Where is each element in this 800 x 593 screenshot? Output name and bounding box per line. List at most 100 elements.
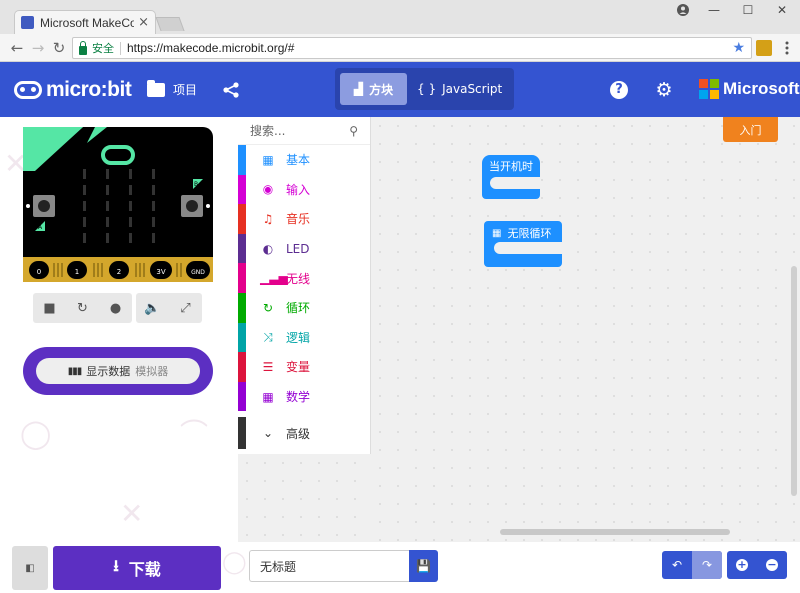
url-text: https://makecode.microbit.org/# — [127, 41, 295, 55]
category-label: 循环 — [286, 301, 311, 316]
zoom-out-icon[interactable]: − — [757, 551, 787, 579]
close-window-button[interactable]: ✕ — [765, 0, 799, 20]
forever-block[interactable]: ▦ 无限循环 — [484, 221, 562, 267]
bookmark-star-icon[interactable]: ★ — [732, 40, 745, 56]
pin-label: 1 — [75, 268, 79, 276]
workspace-area — [238, 454, 371, 542]
collapse-simulator-button[interactable]: ◧ — [12, 546, 48, 590]
toolbox-category-logic[interactable]: ⤨ 逻辑 — [238, 322, 370, 353]
toolbox-category-basic[interactable]: ▦ 基本 — [238, 145, 370, 175]
search-icon: ⚲ — [349, 123, 358, 138]
minimize-button[interactable]: — — [697, 0, 731, 20]
undo-icon[interactable]: ↶ — [662, 551, 692, 579]
profile-icon[interactable] — [666, 0, 700, 20]
category-label: 高级 — [286, 426, 311, 441]
slow-mo-icon[interactable]: ● — [99, 293, 132, 323]
blocks-workspace[interactable] — [371, 117, 800, 542]
zoom-in-icon[interactable]: + — [727, 551, 757, 579]
bar-chart-icon: ▮▮▮ — [67, 365, 82, 377]
category-label: 无线 — [286, 271, 311, 286]
download-button[interactable]: ⭳ 下载 — [53, 546, 221, 590]
getting-started-button[interactable]: 入门 — [723, 117, 778, 142]
save-button[interactable]: 💾 — [409, 550, 438, 582]
decorative-background-icon: ⌒ — [180, 417, 209, 450]
new-tab-button[interactable] — [155, 17, 185, 31]
restart-icon[interactable]: ↻ — [66, 293, 99, 323]
headphones-icon: ♫ — [262, 211, 274, 226]
app-header: micro:bit 项目 ▟ 方块 { } JavaScript ? ⚙ Mic… — [0, 62, 800, 117]
target-icon: ◉ — [262, 182, 274, 197]
toolbox-category-math[interactable]: ▦ 数学 — [238, 381, 370, 412]
blocks-mode-tab[interactable]: ▟ 方块 — [340, 73, 407, 105]
on-start-block[interactable]: 当开机时 — [482, 155, 540, 199]
microbit-board[interactable]: 0 1 2 3V GND A B — [23, 127, 213, 282]
browser-tab[interactable]: Microsoft MakeCode fo × — [14, 10, 156, 34]
toolbox-category-led[interactable]: ◐ LED — [238, 233, 370, 264]
logo-text: micro:bit — [46, 78, 132, 101]
undo-redo-group: ↶ ↷ — [662, 551, 722, 579]
menu-dots-icon[interactable] — [779, 40, 795, 56]
reload-icon[interactable]: ↻ — [50, 39, 68, 57]
block-slot — [494, 242, 562, 254]
vertical-scrollbar[interactable] — [791, 266, 797, 496]
javascript-mode-tab[interactable]: { } JavaScript — [417, 73, 502, 105]
browser-tabbar: Microsoft MakeCode fo × — ☐ ✕ — [0, 0, 800, 34]
pin-label: GND — [191, 269, 205, 276]
toolbox-category-music[interactable]: ♫ 音乐 — [238, 204, 370, 234]
microsoft-logo-icon[interactable] — [699, 79, 719, 99]
collapse-icon: ◧ — [25, 562, 35, 574]
category-label: 输入 — [286, 182, 311, 197]
toolbox-search[interactable]: 搜索... ⚲ — [238, 117, 370, 145]
calculator-icon: ▦ — [262, 389, 274, 404]
project-name-input[interactable] — [249, 550, 409, 582]
stop-icon[interactable]: ■ — [33, 293, 66, 323]
category-label: LED — [286, 241, 310, 256]
pin-label: 2 — [117, 268, 121, 276]
javascript-mode-label: JavaScript — [442, 82, 503, 96]
lock-icon — [79, 40, 87, 55]
chevron-down-icon: ⌄ — [262, 426, 274, 441]
toolbox-category-variables[interactable]: ☰ 变量 — [238, 352, 370, 382]
show-data-button[interactable]: ▮▮▮ 显示数据 模拟器 — [36, 358, 200, 384]
save-disk-icon: 💾 — [416, 559, 431, 573]
shuffle-icon: ⤨ — [263, 329, 273, 344]
extension-icon[interactable] — [756, 40, 772, 56]
mute-icon[interactable]: 🔈 — [136, 293, 169, 323]
help-icon[interactable]: ? — [610, 81, 628, 99]
sim-control-group: 🔈 ⤢ — [136, 293, 202, 323]
toolbox-category-radio[interactable]: ▁▃▅ 无线 — [238, 263, 370, 293]
pin-label: 0 — [37, 268, 41, 276]
block-slot — [490, 177, 540, 189]
maximize-button[interactable]: ☐ — [731, 0, 765, 20]
toolbox-category-advanced[interactable]: ⌄ 高级 — [238, 417, 370, 450]
search-placeholder: 搜索... — [250, 124, 286, 138]
show-data-container: ▮▮▮ 显示数据 模拟器 — [23, 347, 213, 395]
gear-icon[interactable]: ⚙ — [655, 81, 673, 100]
forward-arrow-icon[interactable]: → — [29, 39, 47, 57]
fullscreen-icon[interactable]: ⤢ — [169, 293, 202, 323]
forever-header: ▦ 无限循环 — [492, 225, 551, 241]
projects-button[interactable]: 项目 — [147, 79, 197, 98]
tab-close-icon[interactable]: × — [138, 15, 149, 30]
decorative-background-icon: ◯ — [222, 550, 247, 575]
microbit-logo[interactable]: micro:bit — [14, 78, 132, 102]
secure-label: 安全 — [92, 42, 114, 55]
grid-icon: ▦ — [262, 152, 274, 167]
blocks-mode-label: 方块 — [369, 82, 394, 97]
share-icon[interactable] — [222, 82, 240, 98]
back-arrow-icon[interactable]: ← — [8, 39, 26, 57]
microsoft-brand[interactable]: Microsoft — [723, 79, 800, 99]
category-label: 逻辑 — [286, 330, 311, 345]
simulator-pane: ✕ ⌒ ◯ ✕ 0 1 2 3V GND A B ■ ↻ ● 🔈 ⤢ ▮▮▮ 显… — [0, 117, 238, 542]
grid-icon: ▦ — [492, 227, 502, 239]
toolbox-category-loops[interactable]: ↻ 循环 — [238, 292, 370, 323]
redo-icon[interactable]: ↷ — [692, 551, 722, 579]
tab-title: Microsoft MakeCode fo — [40, 15, 135, 30]
horizontal-scrollbar[interactable] — [500, 529, 730, 535]
toolbox-category-input[interactable]: ◉ 输入 — [238, 174, 370, 205]
category-label: 音乐 — [286, 212, 311, 227]
signal-icon: ▁▃▅ — [260, 271, 288, 286]
toolbox: 搜索... ⚲ ▦ 基本 ◉ 输入 ♫ 音乐 ◐ LED ▁▃▅ 无线 ↻ 循环… — [238, 117, 371, 454]
sim-control-group: ■ ↻ ● — [33, 293, 132, 323]
address-bar[interactable]: 安全 https://makecode.microbit.org/# ★ — [72, 37, 752, 59]
